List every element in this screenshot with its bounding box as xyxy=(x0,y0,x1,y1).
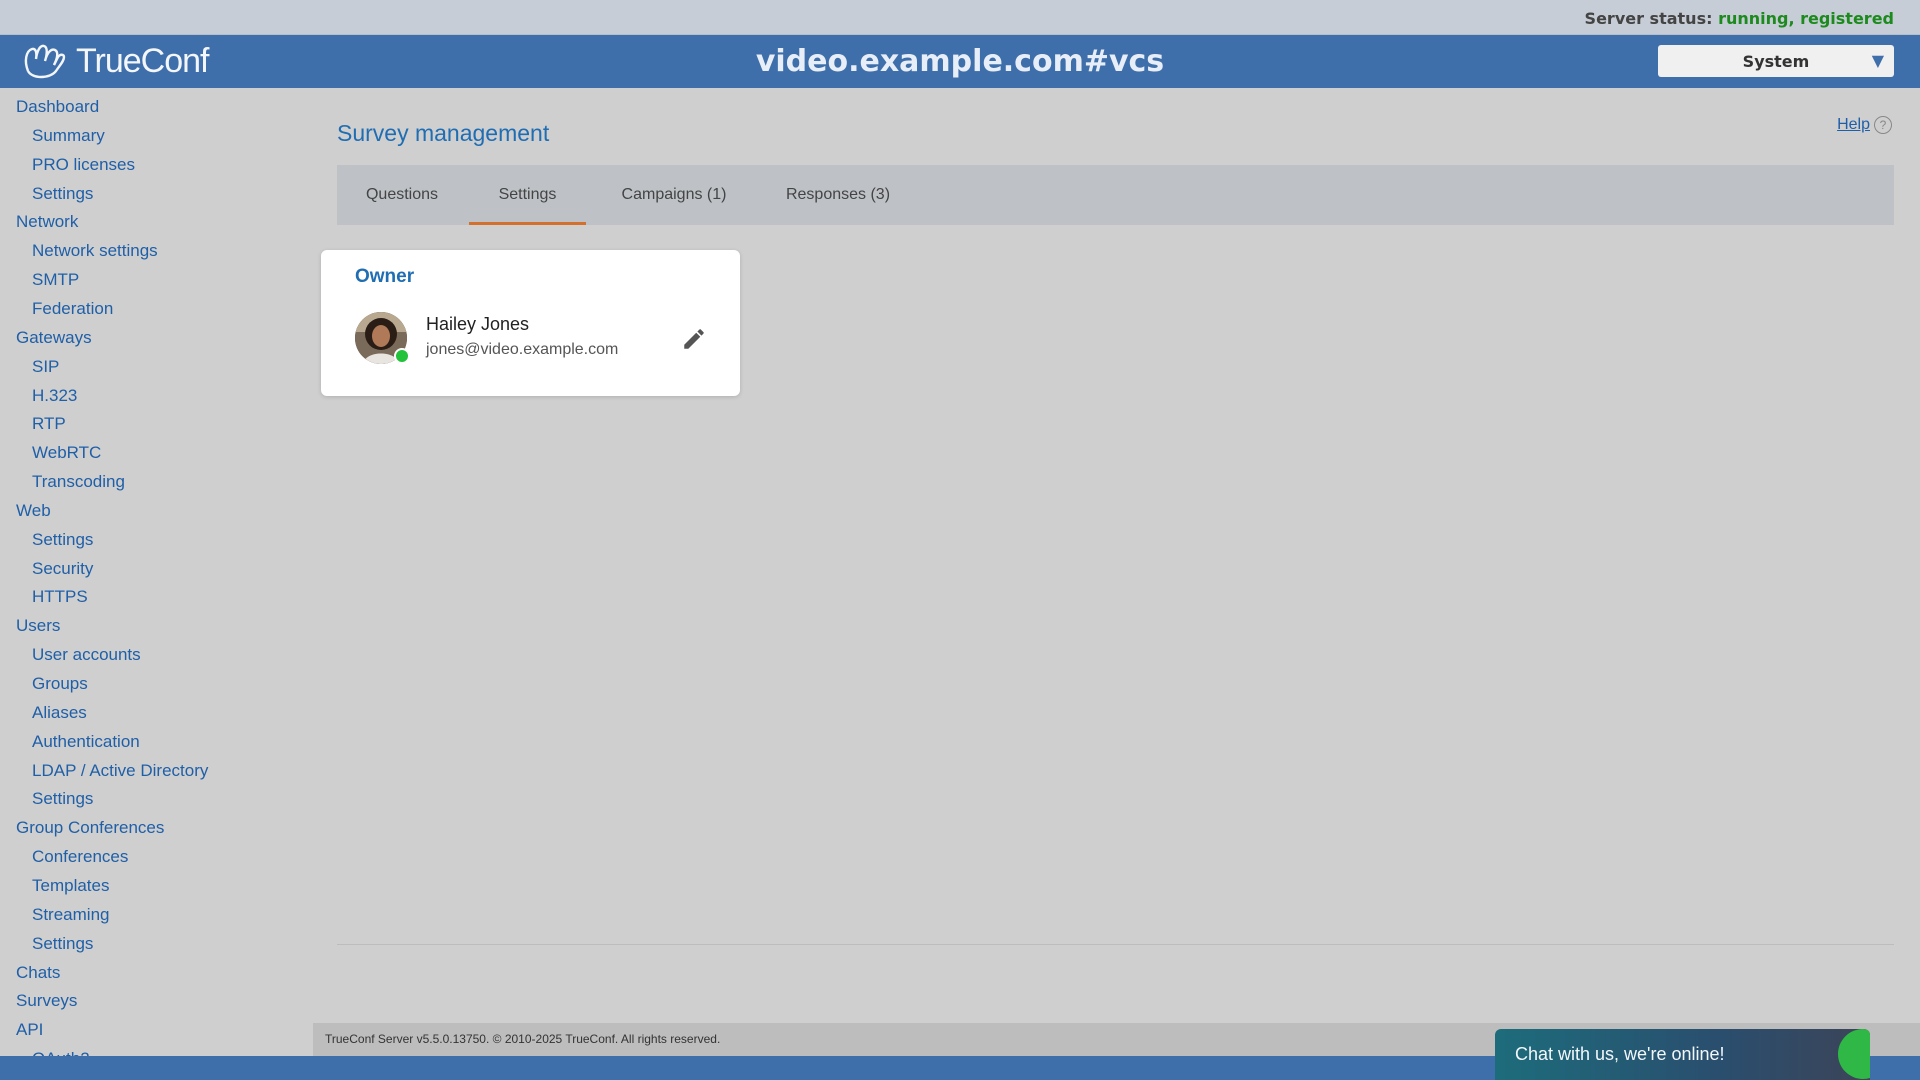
sidebar-item-users[interactable]: Users xyxy=(16,616,60,636)
sidebar-item-api[interactable]: API xyxy=(16,1020,43,1040)
owner-card: Owner Hailey Jones jones@video.example.c… xyxy=(321,250,740,396)
owner-card-title: Owner xyxy=(355,266,415,287)
sidebar-item-user-accounts[interactable]: User accounts xyxy=(32,645,141,665)
sidebar-item-oauth2[interactable]: OAuth2 xyxy=(32,1049,90,1056)
server-status: Server status: running, registered xyxy=(1585,9,1894,28)
sidebar-item-webrtc[interactable]: WebRTC xyxy=(32,443,101,463)
page-title: Survey management xyxy=(337,120,550,146)
server-status-value: running, registered xyxy=(1718,9,1894,28)
sidebar-item-transcoding[interactable]: Transcoding xyxy=(32,472,125,492)
sidebar-item-summary[interactable]: Summary xyxy=(32,126,105,146)
sidebar-item-web[interactable]: Web xyxy=(16,501,51,521)
tab-settings[interactable]: Settings xyxy=(469,165,586,225)
sidebar-item-settings[interactable]: Settings xyxy=(32,789,93,809)
sidebar-item-dashboard[interactable]: Dashboard xyxy=(16,97,99,117)
sidebar-item-sip[interactable]: SIP xyxy=(32,357,59,377)
sidebar-item-templates[interactable]: Templates xyxy=(32,876,109,896)
sidebar-item-smtp[interactable]: SMTP xyxy=(32,270,79,290)
server-status-label: Server status: xyxy=(1584,9,1713,28)
tab-questions[interactable]: Questions xyxy=(337,165,467,225)
sidebar-item-group-conferences[interactable]: Group Conferences xyxy=(16,818,164,838)
sidebar-item-network[interactable]: Network xyxy=(16,212,78,232)
copyright-text: TrueConf Server v5.5.0.13750. © 2010-202… xyxy=(325,1032,721,1046)
tab-responses[interactable]: Responses (3) xyxy=(757,165,919,225)
chat-bubble-icon xyxy=(1838,1029,1870,1079)
chat-widget[interactable]: Chat with us, we're online! xyxy=(1495,1029,1870,1080)
system-select[interactable]: System ▼ xyxy=(1658,45,1894,77)
edit-owner-button[interactable] xyxy=(679,324,709,354)
sidebar-item-aliases[interactable]: Aliases xyxy=(32,703,87,723)
pencil-icon xyxy=(684,329,704,349)
sidebar-item-https[interactable]: HTTPS xyxy=(32,587,88,607)
server-name: video.example.com#vcs xyxy=(755,44,1165,79)
sidebar-item-streaming[interactable]: Streaming xyxy=(32,905,109,925)
tab-campaigns[interactable]: Campaigns (1) xyxy=(599,165,749,225)
sidebar-item-h-323[interactable]: H.323 xyxy=(32,386,77,406)
sidebar-item-federation[interactable]: Federation xyxy=(32,299,113,319)
tab-bar: Questions Settings Campaigns (1) Respons… xyxy=(337,165,1894,225)
sidebar-item-pro-licenses[interactable]: PRO licenses xyxy=(32,155,135,175)
owner-email: jones@video.example.com xyxy=(426,341,619,358)
content-divider xyxy=(337,944,1894,945)
sidebar-item-surveys[interactable]: Surveys xyxy=(16,991,77,1011)
sidebar-item-groups[interactable]: Groups xyxy=(32,674,88,694)
sidebar-nav: Dashboard Summary PRO licenses Settings Netw… xyxy=(0,88,300,1056)
app-header: TrueConf video.example.com#vcs System ▼ xyxy=(0,35,1920,88)
sidebar-item-security[interactable]: Security xyxy=(32,559,93,579)
server-status-bar: Server status: running, registered xyxy=(0,0,1920,35)
sidebar-item-conferences[interactable]: Conferences xyxy=(32,847,128,867)
sidebar-item-settings[interactable]: Settings xyxy=(32,530,93,550)
sidebar-item-chats[interactable]: Chats xyxy=(16,963,60,983)
help-link[interactable]: Help xyxy=(1837,116,1870,134)
online-status-dot xyxy=(394,348,410,364)
dropdown-arrow-icon: ▼ xyxy=(1871,51,1884,70)
sidebar-item-ldap-active-directory[interactable]: LDAP / Active Directory xyxy=(32,761,208,781)
system-select-value: System xyxy=(1742,51,1810,71)
question-mark-icon[interactable]: ? xyxy=(1874,116,1892,134)
sidebar-item-rtp[interactable]: RTP xyxy=(32,414,66,434)
sidebar-item-settings[interactable]: Settings xyxy=(32,184,93,204)
sidebar-item-authentication[interactable]: Authentication xyxy=(32,732,140,752)
owner-name: Hailey Jones xyxy=(426,314,530,334)
sidebar-item-settings[interactable]: Settings xyxy=(32,934,93,954)
chat-widget-label: Chat with us, we're online! xyxy=(1515,1044,1725,1064)
sidebar-item-gateways[interactable]: Gateways xyxy=(16,328,92,348)
help-link-group[interactable]: Help ? xyxy=(1837,116,1892,134)
sidebar-item-network-settings[interactable]: Network settings xyxy=(32,241,158,261)
